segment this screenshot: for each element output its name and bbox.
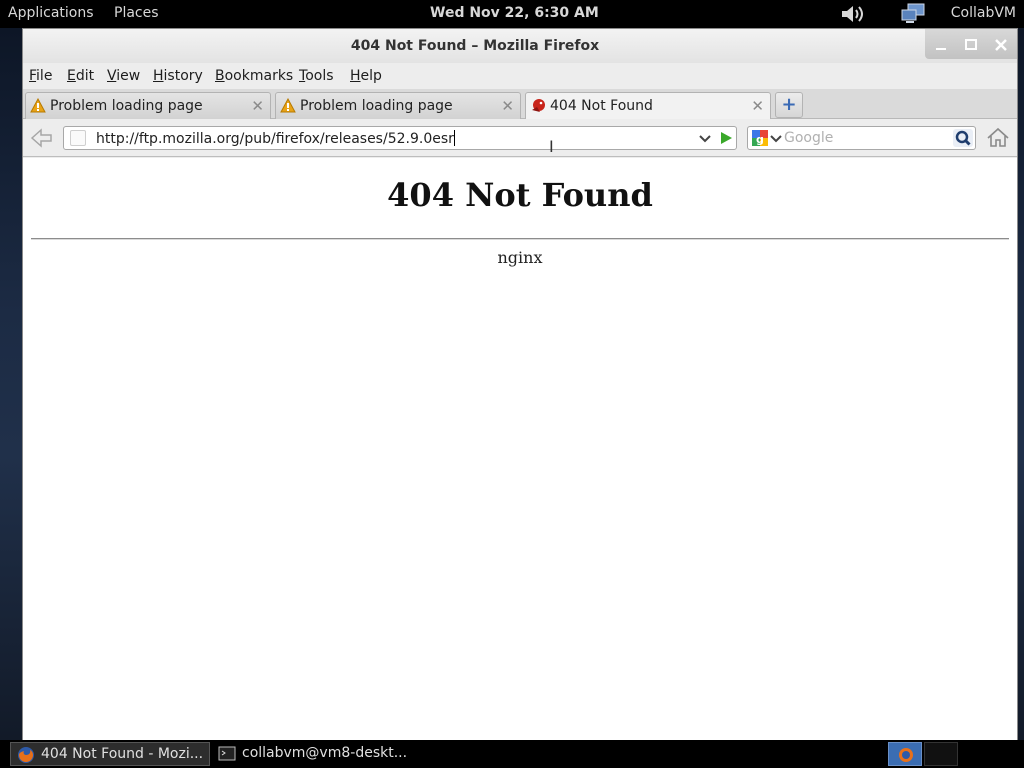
page-content: 404 Not Found nginx <box>23 158 1017 740</box>
google-engine-icon[interactable]: g <box>752 130 768 146</box>
taskbar-firefox[interactable]: 404 Not Found - Mozi... <box>10 742 210 766</box>
warning-icon <box>280 97 296 114</box>
network-icon[interactable] <box>900 3 928 25</box>
site-favicon-icon <box>530 98 546 114</box>
window-controls <box>925 29 1017 59</box>
taskbar-label: 404 Not Found - Mozi... <box>41 746 204 762</box>
tab-problem-loading-1[interactable]: Problem loading page ✕ <box>25 92 271 119</box>
search-bar: g <box>747 126 976 150</box>
menu-bar: File Edit View History Bookmarks Tools H… <box>23 63 1017 89</box>
bottom-taskbar: 404 Not Found - Mozi... collabvm@vm8-des… <box>0 740 1024 768</box>
tab-bar: Problem loading page ✕ Problem loading p… <box>23 89 1017 120</box>
svg-text:g: g <box>756 133 764 146</box>
firefox-window: 404 Not Found – Mozilla Firefox File Edi… <box>22 28 1018 740</box>
tab-problem-loading-2[interactable]: Problem loading page ✕ <box>275 92 521 119</box>
server-signature: nginx <box>497 248 543 267</box>
minimize-button[interactable] <box>931 35 951 55</box>
clock[interactable]: Wed Nov 22, 6:30 AM <box>430 5 599 21</box>
taskbar-terminal[interactable]: collabvm@vm8-deskt... <box>212 742 412 766</box>
menu-tools[interactable]: Tools <box>299 68 334 84</box>
menu-file[interactable]: File <box>29 68 52 84</box>
history-dropdown-icon[interactable] <box>698 129 712 151</box>
home-button[interactable] <box>985 126 1011 150</box>
url-bar[interactable]: http://ftp.mozilla.org/pub/firefox/relea… <box>63 126 737 156</box>
taskbar-label: collabvm@vm8-deskt... <box>242 745 408 761</box>
text-caret <box>453 130 455 146</box>
tab-404-not-found[interactable]: 404 Not Found ✕ <box>525 92 771 120</box>
menu-edit[interactable]: Edit <box>67 68 94 84</box>
url-input[interactable]: http://ftp.mozilla.org/pub/firefox/relea… <box>96 130 455 147</box>
menu-help[interactable]: Help <box>350 68 382 84</box>
close-button[interactable] <box>991 35 1011 55</box>
title-bar[interactable]: 404 Not Found – Mozilla Firefox <box>23 29 1017 63</box>
tab-label: 404 Not Found <box>550 98 653 114</box>
volume-icon[interactable] <box>840 4 866 24</box>
tab-label: Problem loading page <box>50 98 203 114</box>
warning-icon <box>30 97 46 114</box>
places-menu[interactable]: Places <box>114 5 159 21</box>
top-panel: Applications Places Wed Nov 22, 6:30 AM … <box>0 0 1024 28</box>
page-heading: 404 Not Found <box>387 176 653 214</box>
close-tab-icon[interactable]: ✕ <box>501 97 514 115</box>
tab-label: Problem loading page <box>300 98 453 114</box>
close-tab-icon[interactable]: ✕ <box>751 97 764 115</box>
search-icon[interactable] <box>953 129 973 147</box>
page-identity-icon[interactable] <box>70 130 86 146</box>
firefox-icon <box>17 746 35 764</box>
terminal-icon <box>218 745 236 763</box>
back-button[interactable] <box>29 126 55 150</box>
window-title: 404 Not Found – Mozilla Firefox <box>350 38 600 54</box>
maximize-button[interactable] <box>961 35 981 55</box>
workspace-2[interactable] <box>924 742 958 766</box>
workspace-1[interactable] <box>888 742 922 766</box>
horizontal-rule <box>31 238 1009 240</box>
menu-bookmarks[interactable]: Bookmarks <box>215 68 293 84</box>
search-input[interactable] <box>784 130 950 146</box>
menu-history[interactable]: History <box>153 68 203 84</box>
navigation-toolbar: http://ftp.mozilla.org/pub/firefox/relea… <box>23 119 1017 157</box>
applications-menu[interactable]: Applications <box>8 5 94 21</box>
close-tab-icon[interactable]: ✕ <box>251 97 264 115</box>
mouse-cursor-ibeam-icon: I <box>549 137 554 156</box>
go-arrow-icon[interactable] <box>718 130 734 146</box>
user-menu[interactable]: CollabVM <box>951 5 1016 21</box>
engine-dropdown-icon[interactable] <box>770 129 782 150</box>
new-tab-button[interactable]: + <box>775 92 803 118</box>
menu-view[interactable]: View <box>107 68 140 84</box>
